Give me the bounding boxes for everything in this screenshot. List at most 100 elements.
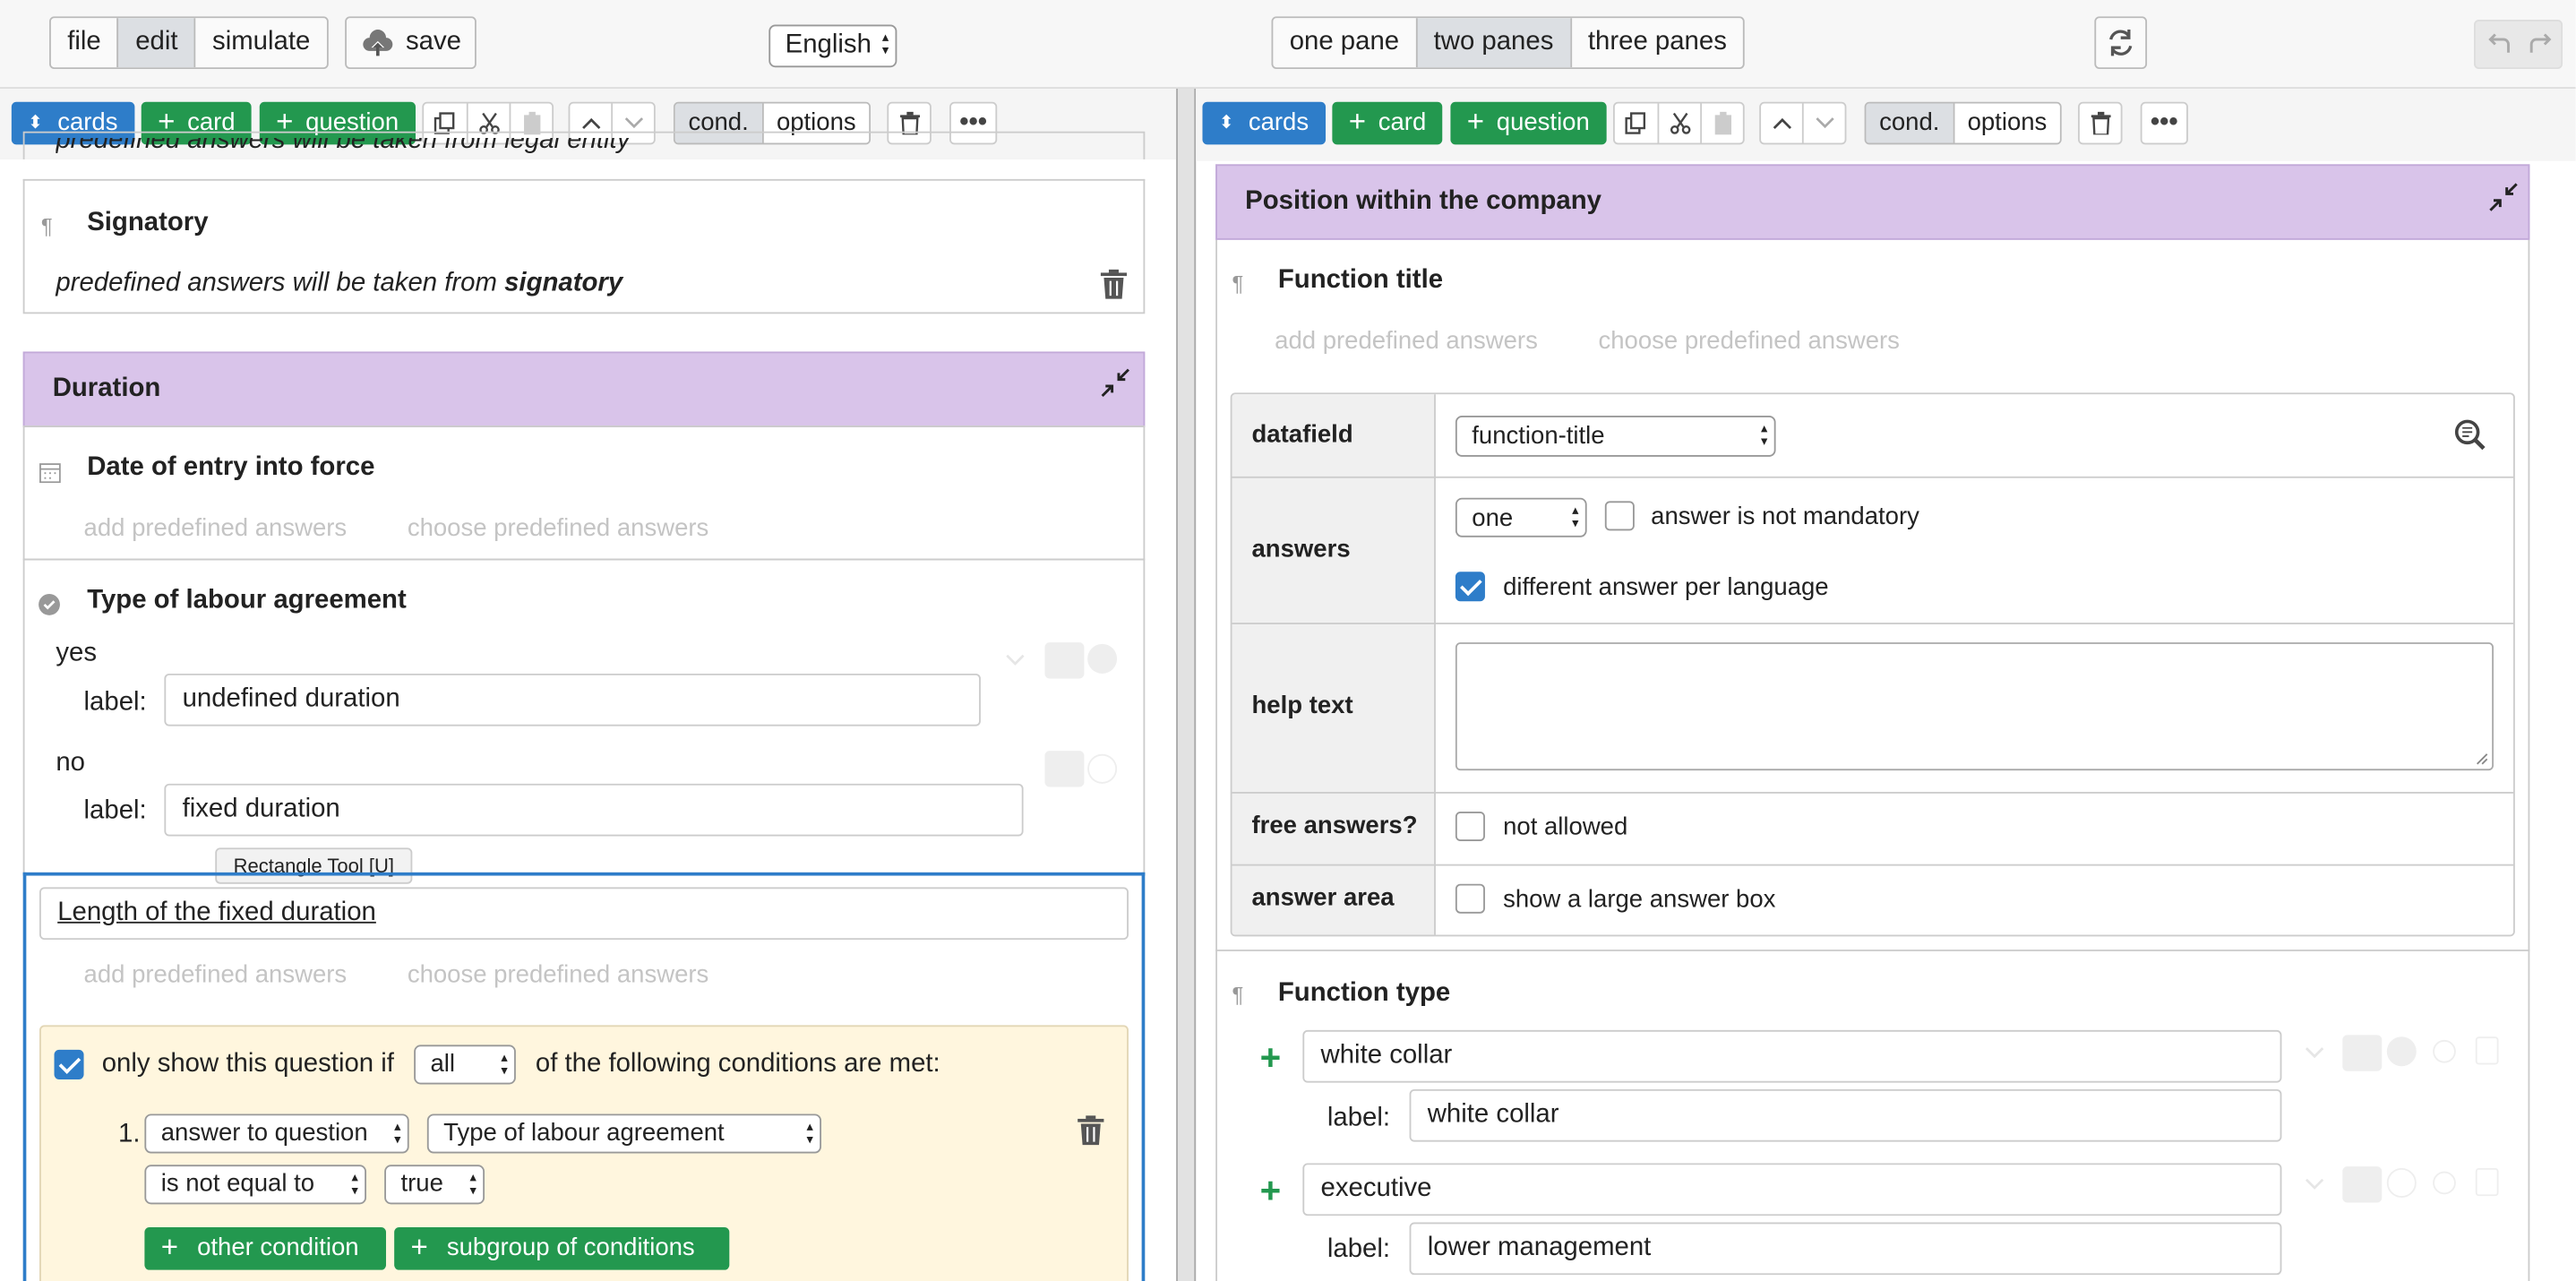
answer-area-label: answer area (1251, 883, 1395, 912)
paste-icon[interactable] (1700, 103, 1743, 143)
length-choose-predefined[interactable]: choose predefined answers (408, 961, 708, 989)
app: file edit simulate save English one pane… (0, 0, 2576, 1281)
comment-icon[interactable] (1044, 642, 1085, 679)
right-more-button[interactable]: ••• (2140, 101, 2188, 145)
chevron-down-icon[interactable] (2305, 1178, 2324, 1191)
comment-icon[interactable] (2342, 1035, 2383, 1071)
add-option-icon[interactable]: + (1260, 1036, 1282, 1079)
duration-header (22, 351, 1146, 427)
function-add-predefined[interactable]: add predefined answers (1275, 327, 1538, 355)
collapse-icon[interactable] (1101, 368, 1130, 398)
simulate-menu[interactable]: simulate (193, 18, 327, 68)
function-choose-predefined[interactable]: choose predefined answers (1598, 327, 1899, 355)
add-option-icon[interactable]: + (1260, 1170, 1282, 1213)
move-down-icon[interactable] (1802, 103, 1845, 143)
refresh-icon (2109, 30, 2133, 56)
right-add-question-button[interactable]: + question (1450, 101, 1607, 145)
resize-handle-icon[interactable] (2476, 752, 2489, 766)
datafield-select[interactable]: function-title (1455, 416, 1776, 457)
pane-divider[interactable] (1176, 89, 1197, 1281)
copy-icon[interactable] (1615, 104, 1658, 143)
settings-icon[interactable] (2433, 1039, 2456, 1063)
calendar-icon (39, 463, 61, 484)
circle-toggle-icon[interactable] (2386, 1036, 2417, 1067)
three-panes-button[interactable]: three panes (1569, 18, 1744, 68)
trash-icon[interactable] (1100, 269, 1128, 299)
trash-icon[interactable] (2475, 1167, 2499, 1197)
option-1-input[interactable]: white collar (1302, 1029, 2282, 1083)
legal-entity-text: predefined answers will be taken from le… (56, 138, 631, 155)
chevron-down-icon[interactable] (2305, 1046, 2324, 1060)
condition-question-select[interactable]: Type of labour agreement (426, 1113, 821, 1154)
length-title-input[interactable]: Length of the fixed duration (39, 887, 1129, 941)
right-add-card-button[interactable]: + card (1332, 101, 1443, 145)
condition-type-select[interactable]: answer to question (144, 1113, 409, 1154)
right-options-tab[interactable]: options (1953, 103, 2060, 143)
move-up-icon[interactable] (1761, 104, 1803, 143)
subgroup-button[interactable]: + subgroup of conditions (394, 1226, 730, 1270)
length-add-predefined[interactable]: add predefined answers (84, 961, 348, 989)
undo-redo-group (2474, 20, 2563, 70)
function-title-heading: Function title (1277, 266, 1444, 295)
date-add-predefined[interactable]: add predefined answers (84, 514, 348, 542)
answers-label: answers (1251, 535, 1351, 564)
comment-icon[interactable] (2342, 1166, 2383, 1203)
option-2-label-input[interactable]: lower management (1409, 1222, 2282, 1276)
labour-title: Type of labour agreement (87, 586, 407, 615)
right-delete-button[interactable] (2078, 101, 2123, 145)
settings-icon[interactable] (2433, 1171, 2456, 1195)
no-option: no (56, 749, 85, 778)
condition-mode-select[interactable]: all (414, 1045, 516, 1085)
search-icon[interactable] (2454, 419, 2487, 452)
comment-icon[interactable] (1044, 751, 1085, 787)
not-mandatory-checkbox[interactable] (1604, 501, 1635, 531)
date-choose-predefined[interactable]: choose predefined answers (408, 514, 708, 542)
right-move-group (1759, 101, 1847, 145)
check-circle-icon (39, 593, 60, 615)
trash-icon[interactable] (1078, 1115, 1104, 1146)
yes-label-input[interactable]: undefined duration (164, 673, 981, 726)
right-cards-label: cards (1248, 108, 1309, 137)
trash-icon[interactable] (2475, 1036, 2499, 1065)
language-select[interactable]: English (769, 24, 897, 68)
right-cond-tab[interactable]: cond. (1866, 103, 1953, 143)
edit-menu[interactable]: edit (117, 18, 194, 68)
option-2-input[interactable]: executive (1302, 1163, 2282, 1217)
free-answers-checkbox[interactable] (1455, 811, 1485, 842)
condition-checkbox[interactable] (54, 1049, 84, 1079)
condition-operator-select[interactable]: is not equal to (144, 1165, 366, 1205)
option-1-label-input[interactable]: white collar (1409, 1088, 2282, 1142)
help-text-area[interactable] (1455, 642, 2494, 771)
per-language-checkbox[interactable] (1455, 572, 1485, 602)
signatory-text-bold: signatory (504, 269, 623, 297)
refresh-button[interactable] (2094, 16, 2148, 70)
condition-suffix: of the following conditions are met: (535, 1049, 940, 1079)
cut-icon[interactable] (1657, 103, 1701, 143)
save-button[interactable]: save (345, 16, 477, 70)
circle-toggle-icon[interactable] (1087, 753, 1118, 784)
answers-count-select[interactable]: one (1455, 497, 1587, 537)
condition-value-select[interactable]: true (384, 1165, 485, 1205)
duration-title: Duration (52, 374, 161, 403)
trash-icon (2080, 104, 2121, 143)
per-language-label: different answer per language (1503, 573, 1829, 602)
answer-area-checkbox[interactable] (1455, 883, 1485, 914)
right-cards-button[interactable]: ⬍ cards (1202, 101, 1327, 145)
two-panes-button[interactable]: two panes (1415, 18, 1570, 68)
circle-toggle-icon[interactable] (1087, 643, 1118, 674)
date-entry-title: Date of entry into force (87, 453, 375, 482)
undo-icon[interactable] (2486, 33, 2515, 56)
right-clipboard-group (1612, 101, 1745, 145)
toolbar-shadow (0, 159, 1177, 179)
file-menu[interactable]: file (51, 18, 117, 67)
other-condition-button[interactable]: + other condition (144, 1226, 386, 1270)
row-divider (1232, 623, 2514, 624)
one-pane-button[interactable]: one pane (1273, 18, 1415, 67)
collapse-icon[interactable] (2489, 183, 2519, 212)
yes-option: yes (56, 639, 98, 667)
no-label-input[interactable]: fixed duration (164, 783, 1024, 837)
circle-toggle-icon[interactable] (2386, 1167, 2417, 1198)
chevron-down-icon[interactable] (1005, 654, 1025, 667)
help-text-label: help text (1251, 692, 1353, 720)
redo-icon[interactable] (2525, 33, 2555, 56)
